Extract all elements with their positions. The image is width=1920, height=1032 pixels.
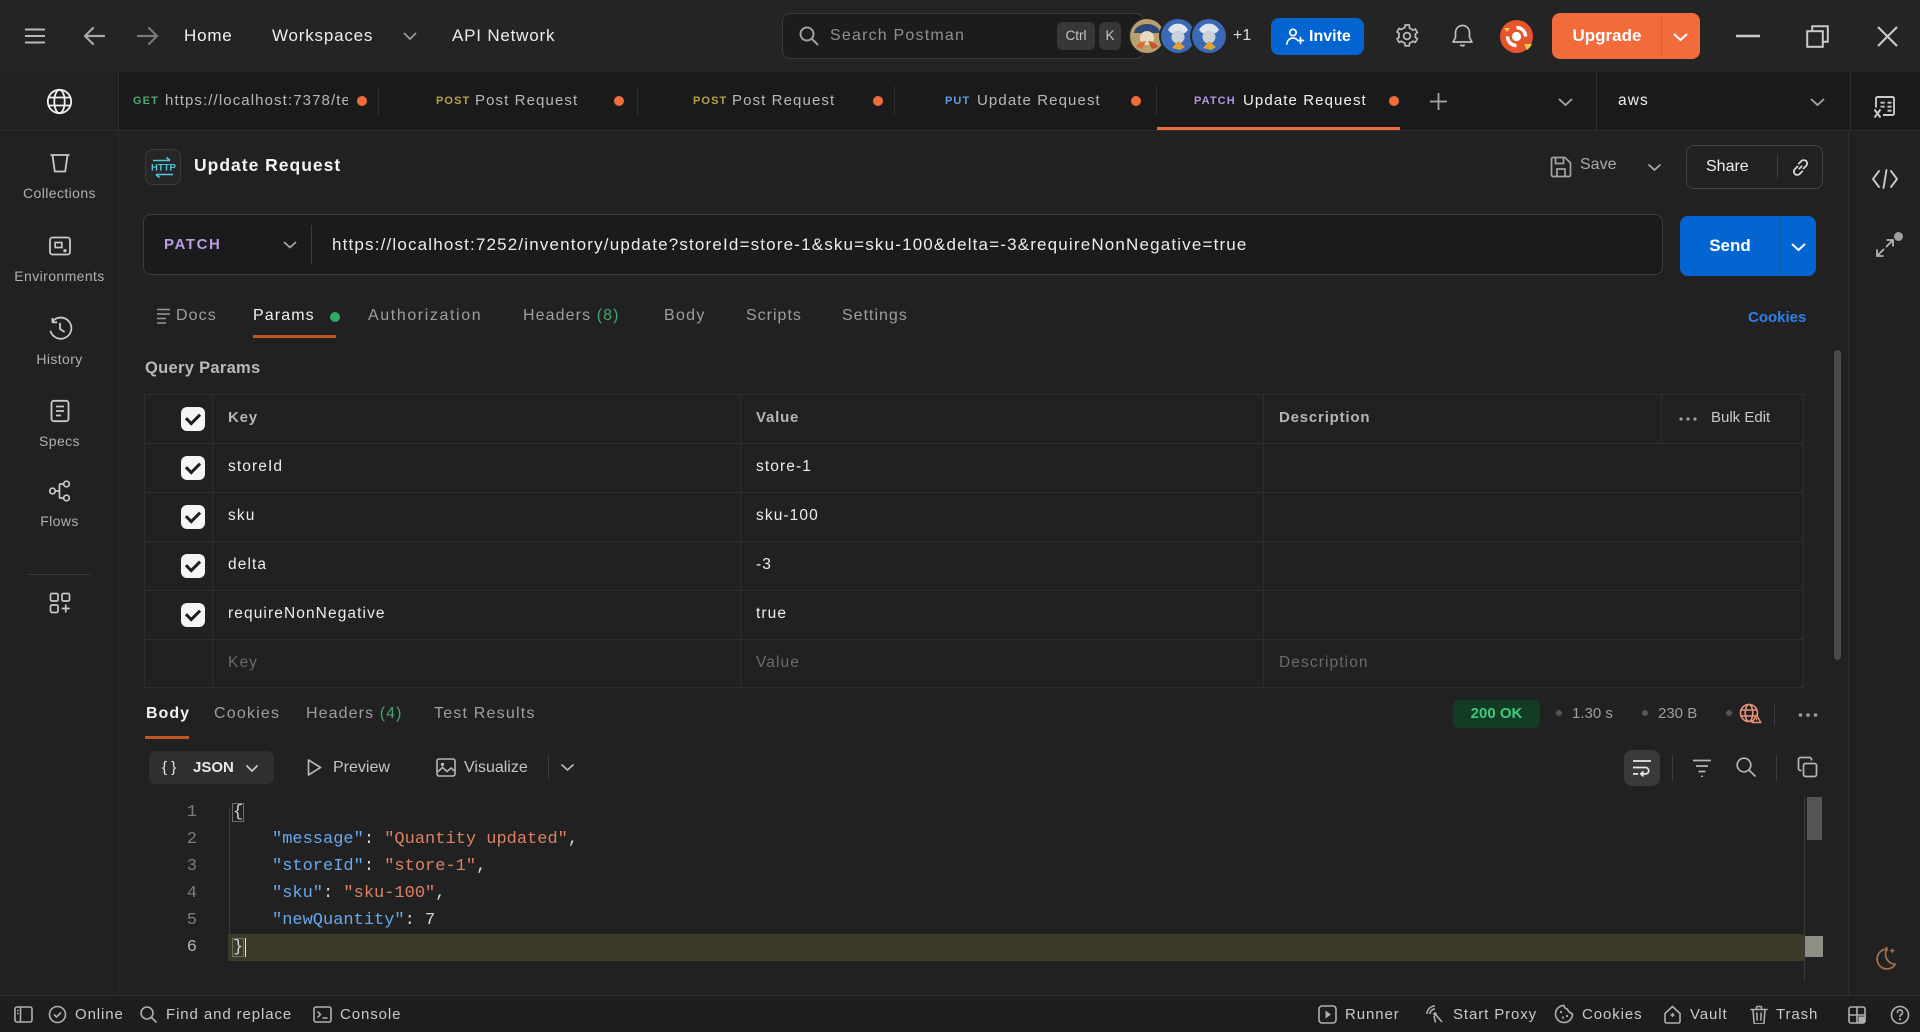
svg-text:HTTP: HTTP <box>151 163 176 174</box>
